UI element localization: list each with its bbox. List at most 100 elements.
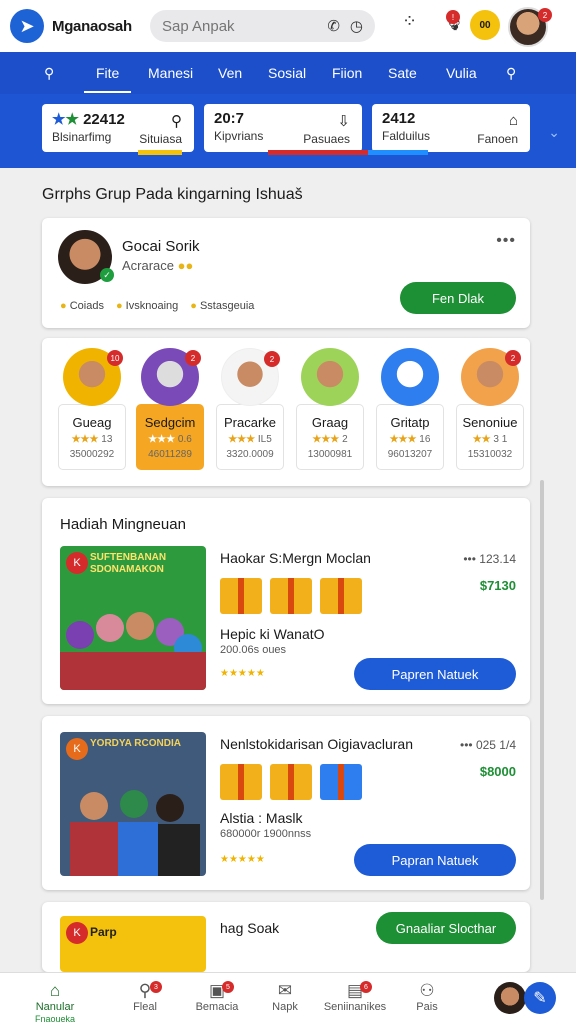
tab-0[interactable]: Fite — [83, 65, 132, 93]
accent-bar — [368, 150, 428, 155]
app-count: 96013207 — [387, 449, 433, 460]
gift-icon — [320, 578, 362, 614]
app-tile[interactable]: 10 Gueag ★★★ 13 35000292 — [58, 348, 126, 470]
app-count: 35000292 — [69, 449, 115, 460]
thumb-caption: YORDYA RCONDIA — [90, 738, 181, 749]
reward-thumbnail[interactable]: K YORDYA RCONDIA — [60, 732, 206, 876]
scrollbar[interactable] — [540, 480, 544, 900]
profile-icon: ⚇ — [419, 981, 435, 1000]
app-icon: 10 — [63, 348, 123, 406]
app-name: Gueag — [72, 415, 112, 430]
app-logo-icon[interactable]: ➤ — [10, 9, 44, 43]
chevron-down-icon[interactable]: ⌄ — [548, 124, 560, 141]
gift-icon — [270, 764, 312, 800]
app-tile[interactable]: 2 Senoniue ★★ 3 1 15310032 — [456, 348, 524, 470]
avatar-badge: 2 — [538, 8, 552, 22]
search-icon: ⚲ — [171, 113, 182, 130]
accent-bar — [138, 150, 182, 155]
app-count: 15310032 — [467, 449, 513, 460]
edit-fab-icon[interactable]: ✎ — [524, 982, 556, 1014]
bottom-nav-item[interactable]: 6 ▤ Seniinanikes — [320, 981, 390, 1013]
app-name: Pracarke — [223, 415, 277, 430]
reward-title: hag Soak — [220, 920, 280, 936]
tab-2[interactable]: Ven — [218, 65, 242, 81]
thumb-caption: SUFTENBANAN SDONAMAKON — [90, 552, 167, 575]
home-icon: ⌂ — [49, 981, 61, 1000]
app-icon: 2 — [221, 348, 280, 406]
app-tile-selected[interactable]: 2 Sedgcim ★★★ 0.6 46011289 — [136, 348, 204, 470]
bottom-nav-item[interactable]: ⚇ Pais — [392, 981, 462, 1013]
stat-value: 2412 — [382, 110, 416, 127]
gift-icon — [220, 764, 262, 800]
stats-strip: ★★ 22412 Blsinarfimg ⚲ Situiasa 20:7 Kip… — [0, 94, 576, 168]
tag: Sstasgeuia — [190, 300, 254, 312]
reward-button[interactable]: Papran Natuek — [354, 844, 516, 876]
app-tile[interactable]: Gritatp ★★★ 16 96013207 — [376, 348, 444, 470]
stat-aux: Pasuaes — [303, 132, 350, 146]
reward-button[interactable]: Gnaaliar Slocthar — [376, 912, 516, 944]
more-icon[interactable]: ••• — [496, 232, 516, 250]
tag: Ivsknoaing — [116, 300, 179, 312]
app-title: Mganaosah — [52, 17, 132, 35]
k-icon: K — [66, 552, 88, 574]
gift-icon — [270, 578, 312, 614]
tab-1[interactable]: Manesi — [148, 65, 193, 81]
tab-4[interactable]: Fiion — [332, 65, 362, 81]
stat-value: 22412 — [83, 111, 125, 128]
reward-button[interactable]: Papren Natuek — [354, 658, 516, 690]
rewards-card: Hadiah Mingneuan K SUFTENBANAN SDONAMAKO… — [42, 498, 530, 704]
reward-sub: 200.06s oues — [220, 644, 287, 656]
rewards-card: K YORDYA RCONDIA Nenlstokidarisan Oigiav… — [42, 716, 530, 890]
app-count: 46011289 — [148, 449, 192, 460]
star-icon: ★ — [52, 111, 66, 128]
coin-balance[interactable]: 00 — [470, 10, 500, 40]
reward-meta: ••• 025 1/4 — [460, 738, 516, 752]
gift-row — [220, 764, 362, 800]
stat-card[interactable]: 20:7 Kipvrians ⇩ Pasuaes — [204, 104, 362, 152]
rewards-card: K Parp hag Soak Gnaaliar Slocthar — [42, 902, 530, 972]
profile-nav-icon[interactable]: ⚲ — [44, 65, 54, 82]
reward-price: $8000 — [479, 764, 516, 779]
search-icon[interactable]: ⚲ — [506, 65, 516, 82]
tab-5[interactable]: Sate — [388, 65, 417, 81]
app-icon — [381, 348, 439, 406]
search-input[interactable] — [162, 17, 312, 35]
bottom-nav-item[interactable]: 5 ▣ Bemacia — [182, 981, 252, 1013]
reward-thumbnail[interactable]: K SUFTENBANAN SDONAMAKON — [60, 546, 206, 690]
verified-icon: ✓ — [100, 268, 114, 282]
clock-icon[interactable]: ◷ — [350, 17, 363, 35]
app-tile[interactable]: 2 Pracarke ★★★ IL5 3320.0009 — [216, 348, 284, 470]
stat-card[interactable]: 2412 Falduilus ⌂ Fanoen — [372, 104, 530, 152]
reward-title: Nenlstokidarisan Oigiavacluran — [220, 736, 413, 752]
notification-badge: ! — [446, 10, 460, 24]
gift-icon — [220, 578, 262, 614]
profile-action-button[interactable]: Fen Dlak — [400, 282, 516, 314]
tab-3[interactable]: Sosial — [268, 65, 306, 81]
reward-meta: ••• 123.14 — [463, 552, 516, 566]
section-title: Grrphs Grup Pada kingarning Ishuaš — [42, 186, 303, 203]
bottom-nav-item[interactable]: 3 ⚲ Fleal — [110, 981, 180, 1013]
bottom-nav-item[interactable]: ✉ Napk — [250, 981, 320, 1013]
stat-value: 20:7 — [214, 110, 245, 127]
bottom-nav-home[interactable]: ⌂ Nanular Fnaoueka — [20, 981, 90, 1024]
download-icon: ⇩ — [337, 113, 350, 130]
star-icon: ★ — [65, 111, 79, 128]
tab-6[interactable]: Vulia — [446, 65, 477, 81]
share-icon[interactable]: ⁘ — [402, 11, 417, 32]
rewards-title: Hadiah Mingneuan — [60, 516, 186, 533]
app-tile[interactable]: Graag ★★★ 2 13000981 — [296, 348, 364, 470]
app-name: Sedgcim — [144, 415, 196, 430]
search-bar[interactable]: ✆ ◷ — [150, 10, 375, 42]
bottom-avatar[interactable] — [494, 982, 526, 1014]
phone-icon[interactable]: ✆ — [327, 17, 340, 35]
emoji-icon: ●● — [177, 258, 194, 273]
reward-stars: ★★★★★ — [220, 668, 265, 679]
app-name: Graag — [311, 415, 349, 430]
reward-thumbnail[interactable]: K Parp — [60, 916, 206, 972]
k-icon: K — [66, 738, 88, 760]
reward-price: $7130 — [479, 578, 516, 593]
gift-row — [220, 578, 362, 614]
stat-card[interactable]: ★★ 22412 Blsinarfimg ⚲ Situiasa — [42, 104, 194, 152]
gift-icon — [320, 764, 362, 800]
reward-name: Alstia : Maslk — [220, 810, 303, 826]
